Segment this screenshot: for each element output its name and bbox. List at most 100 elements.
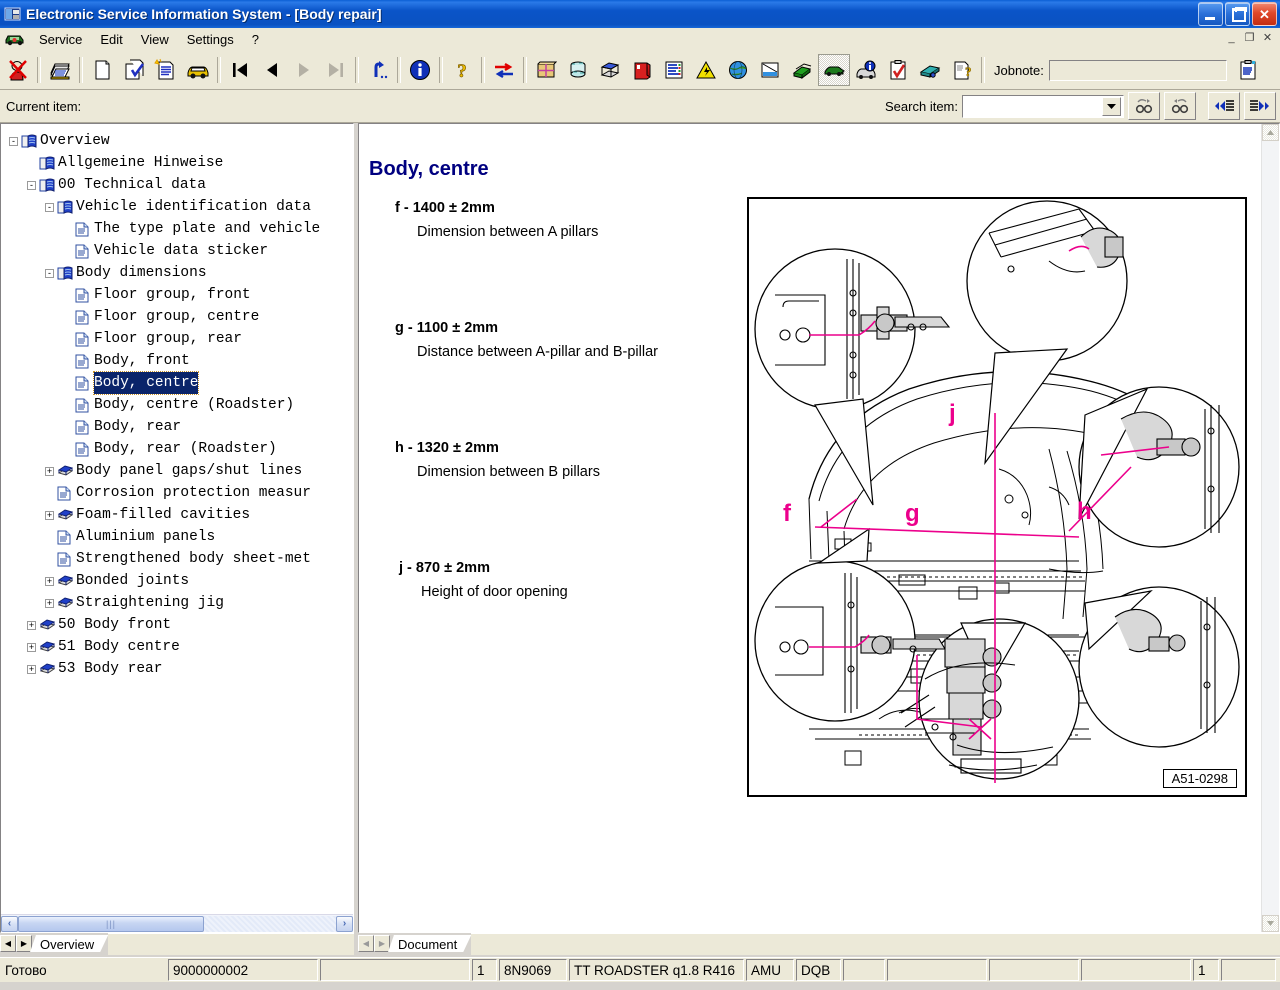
collapse-toggle-icon[interactable]: -	[27, 180, 36, 190]
chevron-down-icon[interactable]	[1102, 96, 1121, 116]
close-button[interactable]: ✕	[1252, 2, 1277, 26]
tree-node[interactable]: Body, centre (Roadster)	[5, 394, 353, 416]
tree-node[interactable]: The type plate and vehicle	[5, 218, 353, 240]
scroll-left-icon[interactable]: ‹	[1, 915, 18, 932]
body-repair-icon[interactable]	[818, 54, 850, 86]
tab-next-icon[interactable]: ▶	[374, 935, 390, 952]
search-forward-icon[interactable]	[1128, 92, 1160, 120]
previous-hit-icon[interactable]	[1208, 92, 1240, 120]
document-vertical-scrollbar[interactable]	[1261, 124, 1279, 932]
previous-page-icon[interactable]	[256, 54, 288, 86]
menu-item-settings[interactable]: Settings	[178, 30, 243, 49]
expand-toggle-icon[interactable]: +	[27, 642, 36, 652]
parts-cube-icon[interactable]	[530, 54, 562, 86]
tree-node[interactable]: +50 Body front	[5, 614, 353, 636]
navigation-tree-panel[interactable]: - Overview Allgemeine Hinweise -00 Technica…	[0, 123, 354, 933]
document-list-icon[interactable]	[150, 54, 182, 86]
tree-node[interactable]: - 00 Technical data	[5, 174, 353, 196]
tree-node[interactable]: Body, front	[5, 350, 353, 372]
collapse-toggle-icon[interactable]: -	[45, 202, 54, 212]
expand-toggle-icon[interactable]: +	[27, 620, 36, 630]
select-documents-icon[interactable]	[118, 54, 150, 86]
expand-toggle-icon[interactable]: +	[45, 466, 54, 476]
tab-overview[interactable]: Overview	[30, 935, 108, 952]
next-page-icon[interactable]	[288, 54, 320, 86]
tab-next-icon[interactable]: ▶	[16, 935, 32, 952]
navigation-tree[interactable]: - Overview Allgemeine Hinweise -00 Technica…	[1, 124, 353, 680]
menu-item-service[interactable]: Service	[30, 30, 91, 49]
tree-node[interactable]: + Bonded joints	[5, 570, 353, 592]
tree-node[interactable]: Allgemeine Hinweise	[5, 152, 353, 174]
tree-node[interactable]: + Straightening jig	[5, 592, 353, 614]
scroll-right-icon[interactable]: ›	[336, 915, 353, 932]
tree-node[interactable]: Body, rear	[5, 416, 353, 438]
tree-scroll-thumb[interactable]: |||	[18, 915, 204, 932]
print-icon[interactable]	[44, 54, 76, 86]
warning-icon[interactable]	[690, 54, 722, 86]
search-input[interactable]	[962, 94, 1124, 118]
measurement-icon[interactable]	[754, 54, 786, 86]
checklist-icon[interactable]	[882, 54, 914, 86]
next-hit-icon[interactable]	[1244, 92, 1276, 120]
tree-node[interactable]: +53 Body rear	[5, 658, 353, 680]
expand-toggle-icon[interactable]: +	[45, 510, 54, 520]
collapse-toggle-icon[interactable]: -	[45, 268, 54, 278]
exit-icon[interactable]	[2, 54, 34, 86]
search-back-icon[interactable]	[1164, 92, 1196, 120]
tree-node[interactable]: - Overview	[5, 130, 353, 152]
red-book-icon[interactable]	[626, 54, 658, 86]
tree-horizontal-scrollbar[interactable]: ‹ ||| ›	[1, 914, 353, 932]
jobnote-icon[interactable]	[1232, 54, 1264, 86]
tree-scroll-track[interactable]	[204, 915, 336, 932]
new-document-icon[interactable]	[86, 54, 118, 86]
tab-prev-icon[interactable]: ◀	[358, 935, 374, 952]
doc-help-icon[interactable]: ?	[946, 54, 978, 86]
tree-node[interactable]: - Body dimensions	[5, 262, 353, 284]
vehicle-info-icon[interactable]	[850, 54, 882, 86]
maximize-button[interactable]	[1225, 2, 1250, 26]
expand-toggle-icon[interactable]: +	[45, 576, 54, 586]
tree-node[interactable]: Vehicle data sticker	[5, 240, 353, 262]
expand-toggle-icon[interactable]: +	[27, 664, 36, 674]
tree-node[interactable]: Floor group, rear	[5, 328, 353, 350]
mdi-restore-button[interactable]: ❐	[1241, 29, 1258, 46]
tree-node[interactable]: Floor group, front	[5, 284, 353, 306]
menu-item-view[interactable]: View	[132, 30, 178, 49]
scroll-up-icon[interactable]	[1262, 124, 1279, 141]
tree-node[interactable]: +51 Body centre	[5, 636, 353, 658]
tree-node[interactable]: Body, rear (Roadster)	[5, 438, 353, 460]
up-level-icon[interactable]	[362, 54, 394, 86]
tab-prev-icon[interactable]: ◀	[0, 935, 16, 952]
menu-item-help[interactable]: ?	[243, 30, 268, 49]
vehicle-icon[interactable]	[182, 54, 214, 86]
workshop-icon[interactable]	[562, 54, 594, 86]
scroll-down-icon[interactable]	[1262, 915, 1279, 932]
help-icon[interactable]: ?	[446, 54, 478, 86]
first-page-icon[interactable]	[224, 54, 256, 86]
expand-toggle-icon[interactable]: +	[45, 598, 54, 608]
tree-node[interactable]: Aluminium panels	[5, 526, 353, 548]
tree-node[interactable]: + Body panel gaps/shut lines	[5, 460, 353, 482]
tree-node[interactable]: Body, centre	[5, 371, 353, 395]
service-plan-icon[interactable]	[914, 54, 946, 86]
mdi-minimize-button[interactable]: _	[1223, 29, 1240, 46]
collapse-toggle-icon[interactable]: -	[9, 136, 18, 146]
tree-node[interactable]: Strengthened body sheet-met	[5, 548, 353, 570]
tree-node[interactable]: Corrosion protection measur	[5, 482, 353, 504]
mdi-close-button[interactable]: ✕	[1259, 29, 1276, 46]
switch-icon[interactable]	[488, 54, 520, 86]
tree-node[interactable]: Floor group, centre	[5, 306, 353, 328]
tree-node[interactable]: + Foam-filled cavities	[5, 504, 353, 526]
globe-icon[interactable]	[722, 54, 754, 86]
wiring-diagram-icon[interactable]	[658, 54, 690, 86]
menu-item-edit[interactable]: Edit	[91, 30, 131, 49]
minimize-button[interactable]	[1198, 2, 1223, 26]
tab-document[interactable]: Document	[388, 935, 471, 952]
jobnote-input[interactable]	[1048, 59, 1227, 81]
tree-node[interactable]: - Vehicle identification data	[5, 196, 353, 218]
car-menu-icon[interactable]	[4, 30, 26, 48]
blue-book-icon[interactable]	[594, 54, 626, 86]
last-page-icon[interactable]	[320, 54, 352, 86]
green-book-icon[interactable]	[786, 54, 818, 86]
info-icon[interactable]	[404, 54, 436, 86]
